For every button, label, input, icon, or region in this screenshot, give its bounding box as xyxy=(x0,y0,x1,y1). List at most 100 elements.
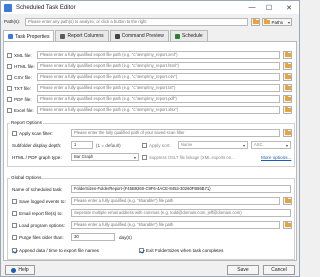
task-name-label: Name of scheduled task: xyxy=(12,187,63,192)
save-events-input[interactable]: Please enter a fully qualified (e.g. "sh… xyxy=(71,197,280,205)
graph-type-select[interactable]: Bar Graph xyxy=(71,153,139,161)
subfolder-depth-input[interactable]: 1 xyxy=(71,141,93,149)
xml-checkbox[interactable] xyxy=(7,53,12,58)
pdf-file-input[interactable]: Please enter a fully qualified export fi… xyxy=(37,95,280,103)
save-events-label: Save logged events to: xyxy=(19,199,66,204)
folder-icon xyxy=(284,62,291,69)
task-name-input[interactable]: FolderSizes-FolderReport-{F45B9260-C9F6-… xyxy=(71,185,291,193)
tab-label: Task Properties xyxy=(15,33,50,40)
scan-filter-browse-button[interactable] xyxy=(283,129,292,137)
csv-file-input[interactable]: Please enter a fully qualified export fi… xyxy=(37,73,280,81)
xml-file-input[interactable]: Please enter a fully qualified export fi… xyxy=(37,51,280,59)
browse-path-button[interactable] xyxy=(251,18,260,26)
pdf-checkbox[interactable] xyxy=(7,97,12,102)
folder-icon xyxy=(284,197,291,204)
load-options-checkbox[interactable] xyxy=(12,223,17,228)
properties-icon xyxy=(8,34,13,39)
tab-report-columns[interactable]: Report Columns xyxy=(55,30,109,41)
paths-dropdown-button[interactable]: Paths xyxy=(262,18,292,26)
minimize-button[interactable]: — xyxy=(245,1,259,14)
folder-icon xyxy=(252,18,259,25)
columns-icon xyxy=(60,33,66,39)
html-checkbox[interactable] xyxy=(7,64,12,69)
sort-field-value: Name xyxy=(181,142,193,147)
tab-schedule[interactable]: Schedule xyxy=(169,30,208,41)
pdf-label: PDF file: xyxy=(14,97,32,102)
folder-icon xyxy=(284,95,291,102)
global-options-title: Global Options xyxy=(10,175,43,180)
path-label: Path(s): xyxy=(4,19,21,24)
close-button[interactable]: ✕ xyxy=(282,1,296,14)
html-browse-button[interactable] xyxy=(283,62,292,70)
xml-browse-button[interactable] xyxy=(283,51,292,59)
sort-direction-select[interactable]: ASC xyxy=(251,141,291,149)
cancel-label: Cancel xyxy=(271,267,287,273)
maximize-button[interactable]: ☐ xyxy=(262,1,276,14)
save-events-browse-button[interactable] xyxy=(283,197,292,205)
purge-days-unit: day(s) xyxy=(119,235,132,240)
window-title: Scheduled Task Editor xyxy=(16,4,76,11)
tab-label: Schedule xyxy=(181,33,203,39)
email-report-input[interactable]: Seperate multiple email address with com… xyxy=(71,209,291,217)
email-report-checkbox[interactable] xyxy=(12,211,17,216)
graph-type-value: Bar Graph xyxy=(74,154,94,159)
command-icon xyxy=(114,33,120,39)
path-input[interactable]: Please enter any path(s) to analyze, or … xyxy=(25,18,248,26)
tab-label: Command Preview xyxy=(121,33,164,39)
txt-browse-button[interactable] xyxy=(283,84,292,92)
apply-sort-checkbox[interactable] xyxy=(142,143,147,148)
excel-file-input[interactable]: Please enter a fully qualified export fi… xyxy=(37,106,280,114)
excel-browse-button[interactable] xyxy=(283,106,292,114)
subfolder-default-note: (1 = default) xyxy=(96,143,121,148)
chevron-down-icon xyxy=(134,156,136,159)
task-properties-panel: XML file: Please enter a fully qualified… xyxy=(3,41,297,261)
csv-checkbox[interactable] xyxy=(7,75,12,80)
excel-checkbox[interactable] xyxy=(7,108,12,113)
folder-icon xyxy=(284,129,291,136)
txt-checkbox[interactable] xyxy=(7,86,12,91)
email-report-label: Email report file(s) to: xyxy=(19,211,63,216)
tab-command-preview[interactable]: Command Preview xyxy=(109,30,169,41)
chevron-down-icon xyxy=(287,21,290,24)
calendar-icon xyxy=(174,33,180,39)
load-options-input[interactable]: Please enter a fully qualified (e.g. "sh… xyxy=(71,221,280,229)
subfolder-depth-label: Subfolder display depth: xyxy=(12,143,62,148)
purge-files-label: Purge files older than: xyxy=(19,235,64,240)
folder-icon xyxy=(284,51,291,58)
suppress-linkage-checkbox[interactable] xyxy=(142,155,147,160)
scan-filter-input[interactable]: Please enter the fully qualified path of… xyxy=(71,129,280,137)
purge-days-input[interactable]: 30 xyxy=(71,233,115,241)
scan-filter-checkbox[interactable] xyxy=(12,131,17,136)
purge-files-checkbox[interactable] xyxy=(12,235,17,240)
help-button[interactable]: Help xyxy=(5,265,35,275)
load-options-browse-button[interactable] xyxy=(283,221,292,229)
help-icon xyxy=(11,267,17,273)
html-label: HTML file: xyxy=(14,64,35,69)
pdf-browse-button[interactable] xyxy=(283,95,292,103)
app-icon xyxy=(4,3,12,12)
folder-icon xyxy=(264,18,270,25)
title-bar: Scheduled Task Editor — ☐ ✕ xyxy=(1,1,299,14)
csv-label: CSV file: xyxy=(14,75,32,80)
chevron-down-icon xyxy=(243,144,245,147)
help-label: Help xyxy=(18,267,29,273)
save-button[interactable]: Save xyxy=(227,265,259,275)
append-datetime-checkbox[interactable] xyxy=(12,248,17,253)
excel-label: Excel file: xyxy=(14,108,34,113)
txt-label: TXT file: xyxy=(14,86,32,91)
append-datetime-label: Append data / time to export file names xyxy=(19,248,99,253)
sort-field-select[interactable]: Name xyxy=(178,141,248,149)
csv-browse-button[interactable] xyxy=(283,73,292,81)
more-options-link[interactable]: More options... xyxy=(261,155,291,160)
save-events-checkbox[interactable] xyxy=(12,199,17,204)
folder-icon xyxy=(284,73,291,80)
cancel-button[interactable]: Cancel xyxy=(263,265,295,275)
tab-label: Report Columns xyxy=(67,33,104,39)
html-file-input[interactable]: Please enter a fully qualified export fi… xyxy=(37,62,280,70)
save-label: Save xyxy=(237,267,249,273)
sort-direction-value: ASC xyxy=(254,142,263,147)
folder-icon xyxy=(284,106,291,113)
txt-file-input[interactable]: Please enter a fully qualified export fi… xyxy=(37,84,280,92)
xml-label: XML file: xyxy=(14,53,32,58)
exit-on-complete-checkbox[interactable] xyxy=(139,248,144,253)
